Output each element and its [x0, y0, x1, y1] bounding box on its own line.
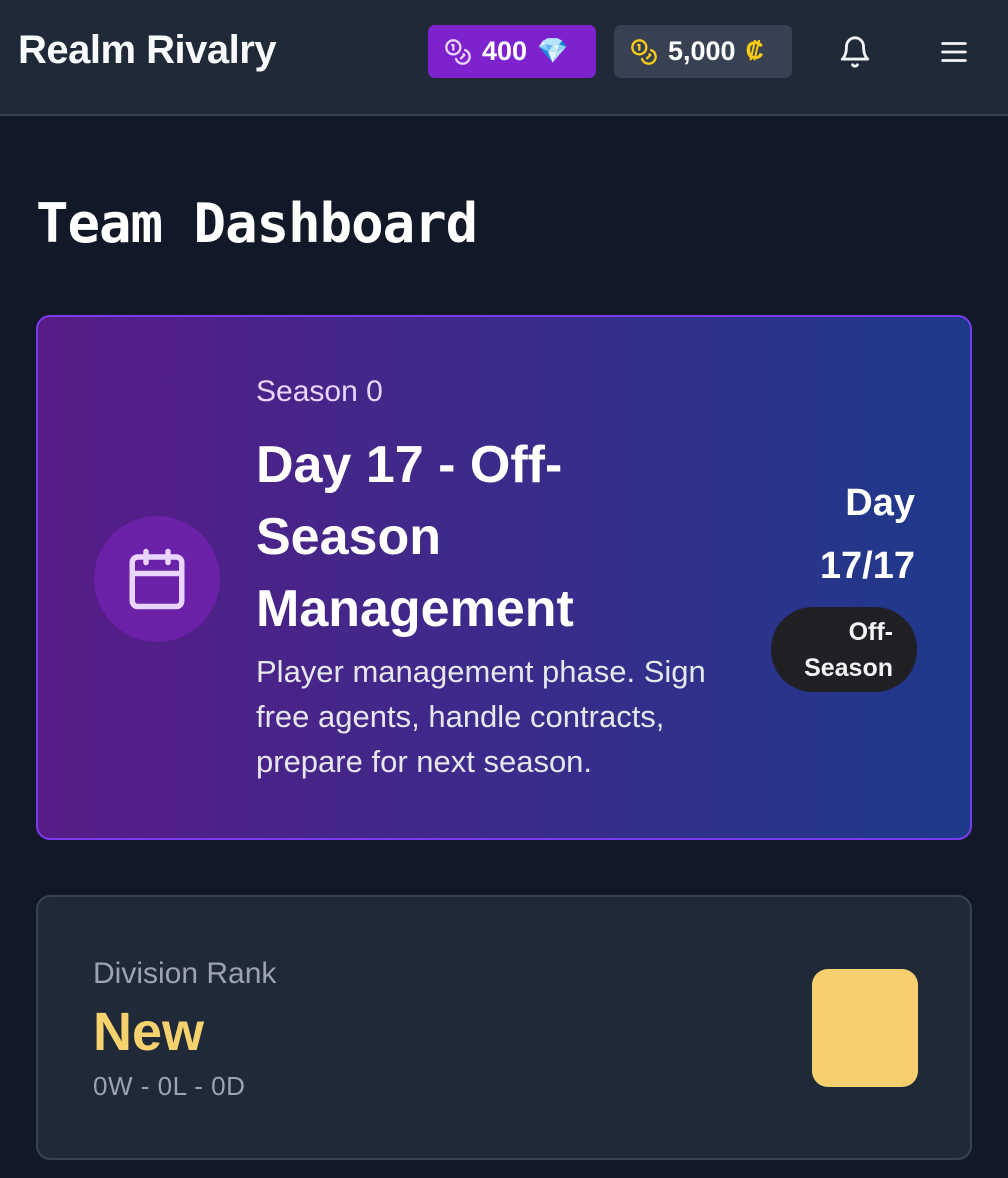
app-title[interactable]: Realm Rivalry [18, 28, 277, 73]
day-counter: Day 17/17 [819, 482, 915, 587]
division-rank-label: Division Rank [93, 957, 277, 990]
coins-icon [445, 38, 471, 65]
rank-emblem [812, 969, 918, 1087]
hamburger-menu-icon [941, 42, 967, 62]
season-status-card: Season 0 Day 17 - Off-Season Management … [36, 315, 972, 840]
page-title: Team Dashboard [36, 192, 478, 255]
gem-symbol: 💎 [537, 37, 569, 65]
season-phase-description: Player management phase. Sign free agent… [256, 654, 706, 779]
calendar-icon-badge [94, 516, 220, 642]
division-rank-value: New [93, 1002, 205, 1062]
calendar-icon [129, 548, 185, 610]
notifications-button[interactable] [833, 30, 877, 74]
division-rank-card[interactable]: Division Rank New 0W - 0L - 0D [36, 895, 972, 1160]
menu-button[interactable] [932, 30, 976, 74]
phase-badge: Off-Season [771, 607, 917, 692]
season-phase-headline: Day 17 - Off-Season Management [256, 436, 574, 638]
season-label: Season 0 [256, 375, 383, 408]
gems-amount: 400 [482, 36, 528, 66]
coins-icon [631, 38, 657, 65]
bell-icon [840, 36, 870, 68]
credit-symbol: ₡ [745, 37, 764, 65]
top-navigation-bar: Realm Rivalry 400 💎 5,000 ₡ [0, 0, 1008, 116]
credits-balance-button[interactable]: 5,000 ₡ [614, 25, 792, 78]
gems-balance-button[interactable]: 400 💎 [428, 25, 596, 78]
credits-amount: 5,000 [668, 36, 736, 66]
win-loss-draw-record: 0W - 0L - 0D [93, 1071, 246, 1101]
